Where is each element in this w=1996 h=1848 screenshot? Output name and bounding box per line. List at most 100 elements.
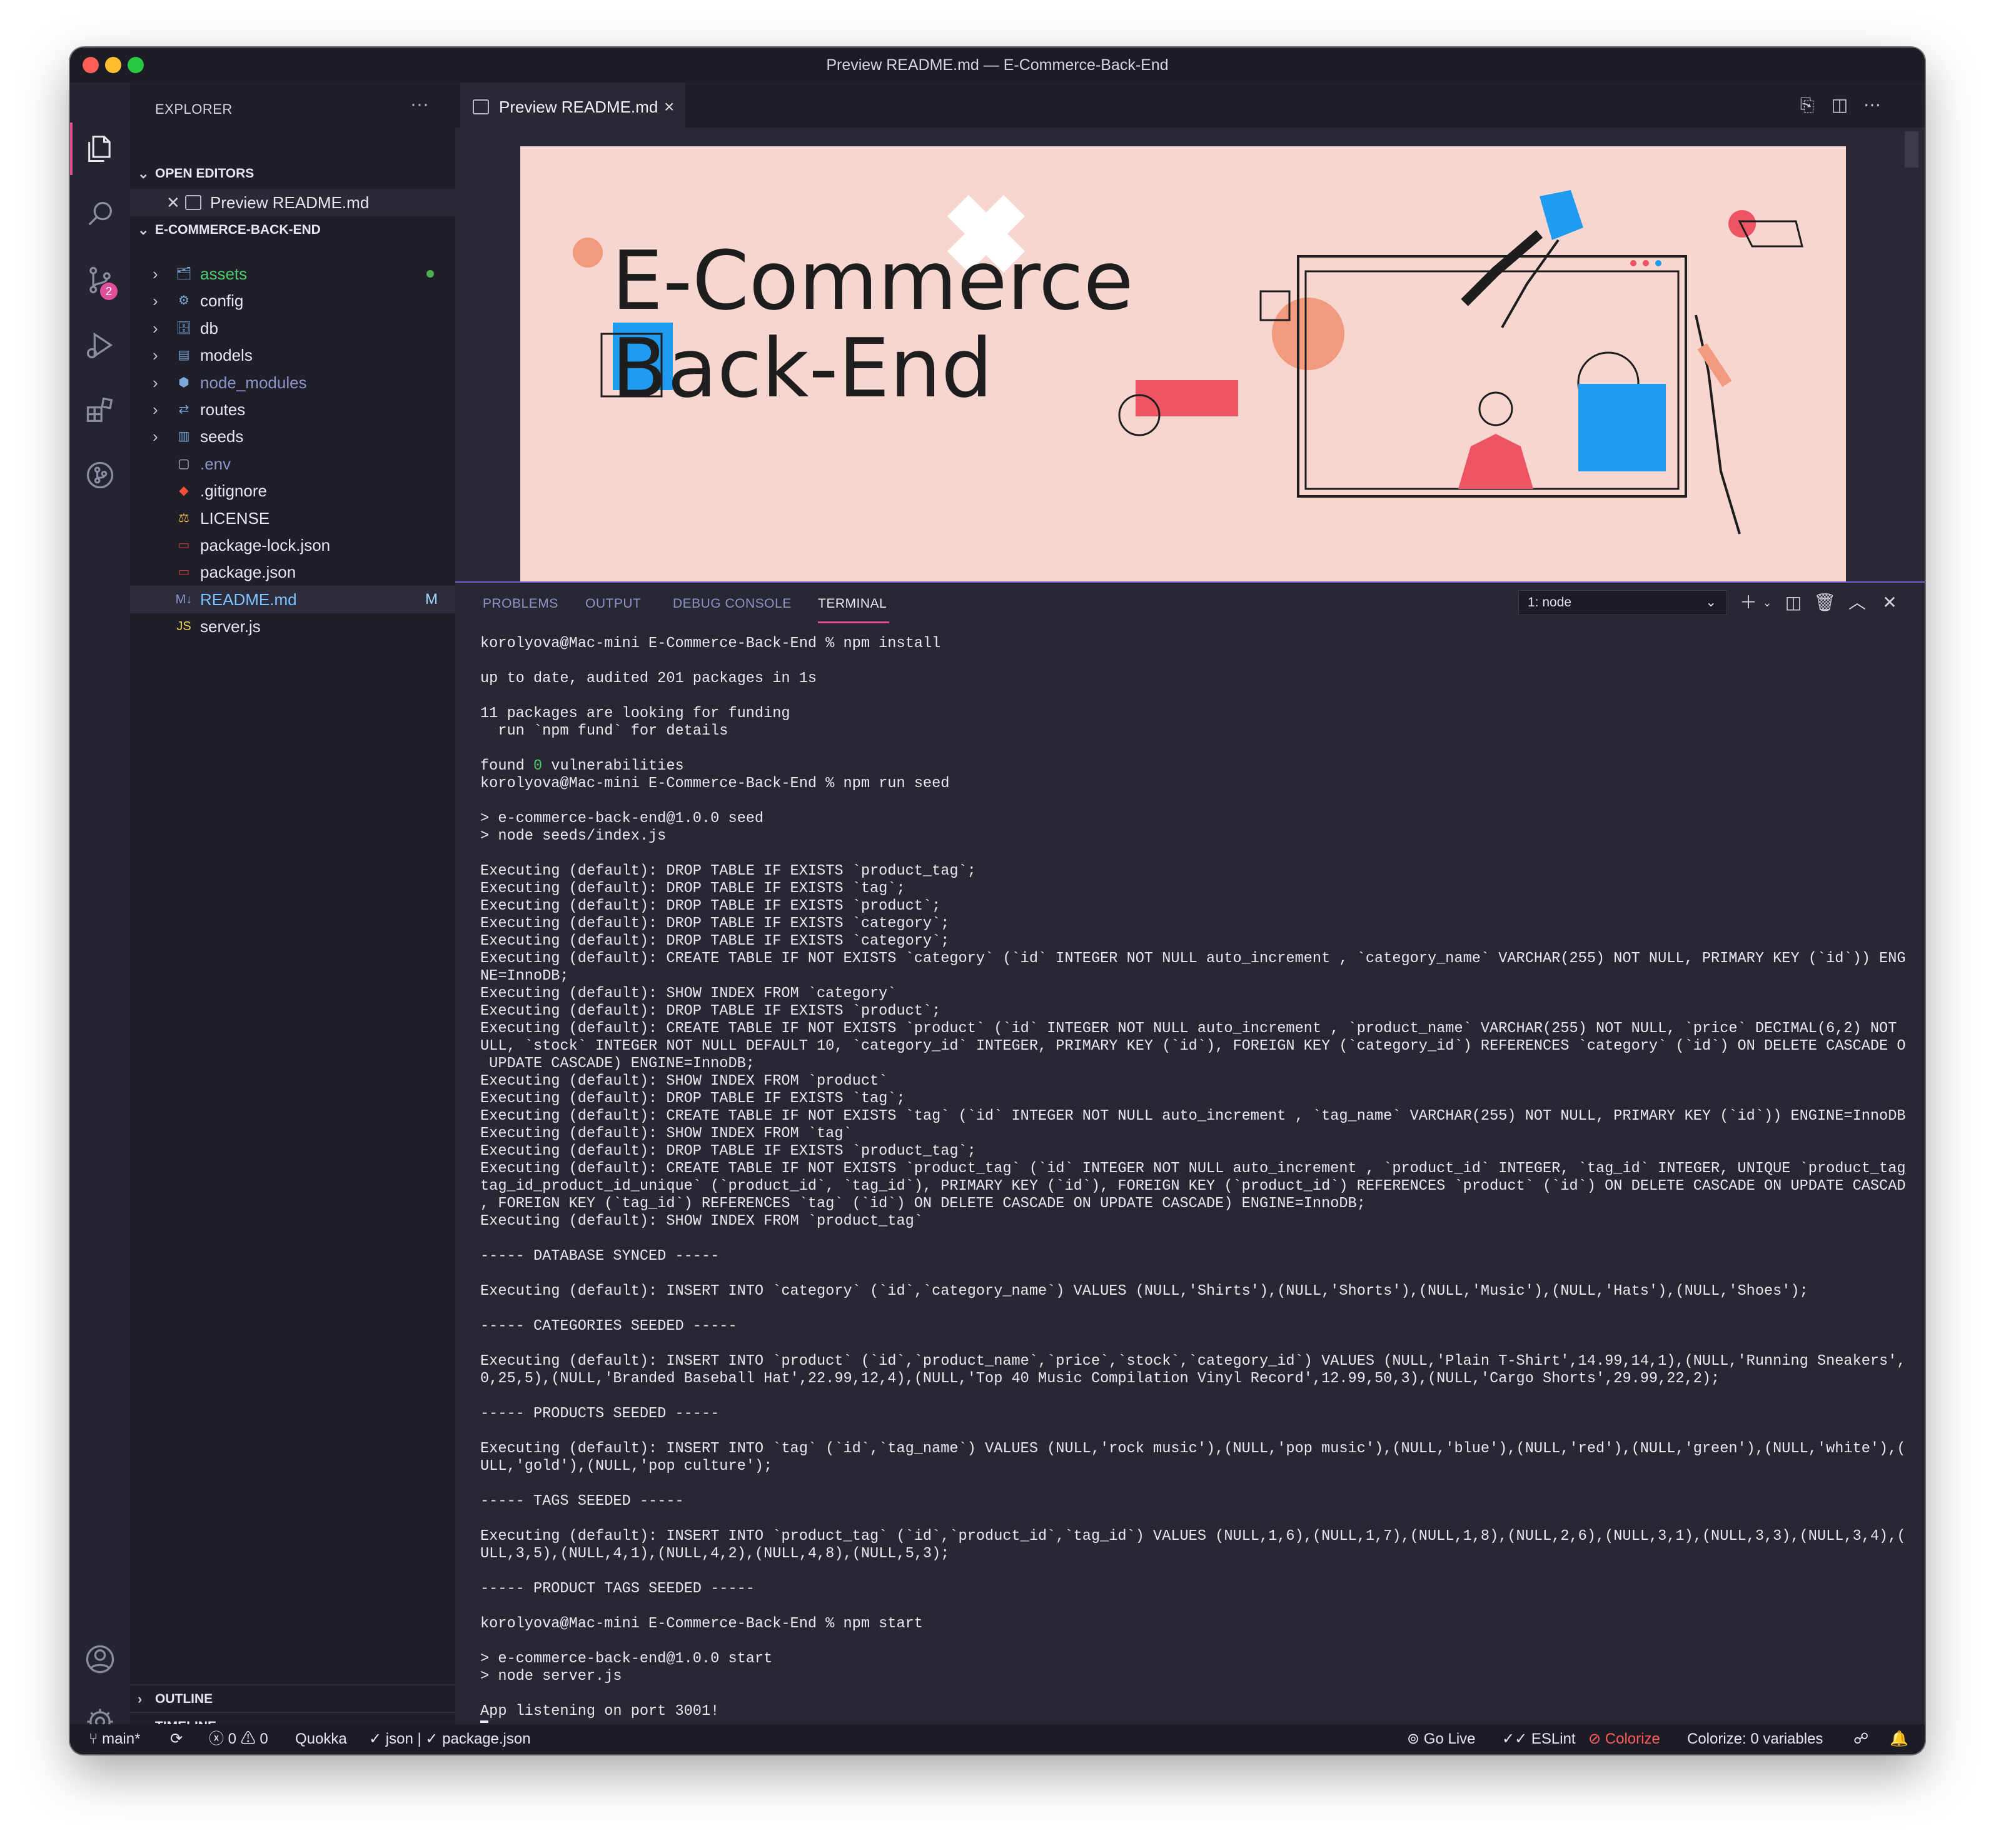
terminal-line: Executing (default): DROP TABLE IF EXIST… (480, 933, 950, 950)
file-item-license[interactable]: ⚖ LICENSE (130, 505, 455, 532)
editor-tab-bar: Preview README.md × ⎘ ◫ ⋯ (455, 83, 1925, 128)
close-icon[interactable]: × (664, 84, 674, 129)
file-item-env[interactable]: ▢ .env (130, 450, 455, 478)
tree-item-label: routes (200, 400, 246, 419)
files-icon[interactable] (84, 133, 116, 165)
terminal-line: Executing (default): INSERT INTO `catego… (480, 1283, 1808, 1300)
folder-item-seeds[interactable]: › ▥ seeds (130, 423, 455, 450)
search-icon[interactable] (84, 198, 116, 230)
folder-item-node-modules[interactable]: › ⬢ node_modules (130, 369, 455, 396)
terminal-line: run `npm fund` for details (480, 723, 728, 740)
terminal-cursor (480, 1720, 488, 1723)
chevron-down-icon[interactable]: ⌄ (1756, 591, 1778, 614)
colorize-variables[interactable]: Colorize: 0 variables (1687, 1724, 1823, 1754)
vulnerability-count: 0 (533, 758, 543, 775)
warning-icon: ⚠ (236, 1730, 260, 1747)
problems-status[interactable]: ⓧ 0 ⚠ 0 (209, 1724, 268, 1754)
folder-item-db[interactable]: › 🗄 db (130, 314, 455, 342)
split-editor-icon[interactable]: ◫ (1828, 94, 1851, 116)
terminal-cursor-line (480, 1720, 1906, 1723)
terminal-select[interactable]: 1: node ⌄ (1518, 590, 1727, 615)
git-graph-icon[interactable] (84, 459, 116, 491)
preview-scrollbar[interactable] (1905, 131, 1918, 168)
terminal-line: ULL,3,5),(NULL,4,1),(NULL,4,2),(NULL,4,8… (480, 1545, 950, 1562)
folder-item-routes[interactable]: › ⇄ routes (130, 396, 455, 423)
split-terminal-icon[interactable]: ◫ (1782, 591, 1805, 614)
tab-output[interactable]: OUTPUT (585, 596, 641, 611)
terminal-line: 11 packages are looking for funding (480, 705, 790, 722)
open-source-icon[interactable]: ⎘ (1796, 94, 1818, 116)
terminal-line: Executing (default): DROP TABLE IF EXIST… (480, 898, 941, 915)
folder-icon: ▥ (178, 429, 190, 444)
open-editor-item[interactable]: ✕ Preview README.md (130, 189, 455, 216)
terminal-line: > node server.js (480, 1668, 622, 1685)
terminal-line: up to date, audited 201 packages in 1s (480, 670, 817, 687)
folder-icon: 🗂 (176, 267, 192, 281)
folder-item-assets[interactable]: › 🗂 assets (130, 260, 455, 288)
active-tab-underline (818, 621, 889, 623)
active-indicator (70, 123, 73, 175)
close-window-button[interactable] (83, 57, 99, 73)
tree-item-label: seeds (200, 427, 244, 446)
chevron-right-icon: › (153, 427, 158, 446)
minimize-window-button[interactable] (105, 57, 121, 73)
branch-status[interactable]: ⑂ main* (89, 1724, 140, 1754)
open-editors-header[interactable]: ⌄ OPEN EDITORS (130, 161, 455, 186)
tab-terminal[interactable]: TERMINAL (818, 596, 887, 611)
terminal-output[interactable]: korolyova@Mac-mini E-Commerce-Back-End %… (480, 635, 1906, 1723)
colorize-status[interactable]: ⊘ Colorize (1588, 1724, 1660, 1754)
tab-preview-readme[interactable]: Preview README.md × (460, 83, 685, 128)
bell-icon[interactable]: 🔔 (1890, 1724, 1908, 1754)
terminal-line: korolyova@Mac-mini E-Commerce-Back-End %… (480, 1615, 923, 1632)
maximize-window-button[interactable] (128, 57, 144, 73)
folder-item-config[interactable]: › ⚙ config (130, 287, 455, 314)
open-editor-label: Preview README.md (210, 193, 370, 212)
run-debug-icon[interactable] (84, 329, 116, 361)
trash-icon[interactable]: 🗑 (1813, 591, 1836, 614)
source-control-badge: 2 (100, 283, 118, 300)
terminal-line: ----- DATABASE SYNCED ----- (480, 1248, 720, 1265)
json-status[interactable]: ✓ json | ✓ package.json (369, 1724, 531, 1754)
file-item-readme-md[interactable]: M↓ README.md M (130, 585, 455, 613)
quokka-status[interactable]: Quokka (295, 1724, 347, 1754)
eslint-status[interactable]: ✓✓ ESLint (1502, 1724, 1576, 1754)
extensions-icon[interactable] (84, 394, 116, 426)
terminal-line: found 0 vulnerabilities (480, 758, 684, 775)
file-icon: M↓ (175, 592, 193, 606)
close-panel-icon[interactable]: ✕ (1878, 591, 1901, 614)
file-item-server-js[interactable]: JS server.js (130, 613, 455, 640)
file-item-package-json[interactable]: ▭ package.json (130, 558, 455, 586)
maximize-panel-icon[interactable]: ︿ (1846, 591, 1868, 614)
chevron-down-icon: ⌄ (138, 222, 149, 238)
project-header[interactable]: ⌄ E-COMMERCE-BACK-END (130, 218, 455, 243)
tree-item-label: config (200, 291, 244, 311)
file-item-package-lock-json[interactable]: ▭ package-lock.json (130, 531, 455, 559)
close-icon[interactable]: ✕ (166, 189, 180, 216)
terminal-line: Executing (default): SHOW INDEX FROM `ca… (480, 985, 897, 1002)
tab-debug-console[interactable]: DEBUG CONSOLE (673, 596, 792, 611)
terminal-line: Executing (default): DROP TABLE IF EXIST… (480, 1143, 976, 1160)
more-actions-icon[interactable]: ··· (410, 94, 429, 115)
tree-item-label: README.md (200, 590, 297, 609)
tab-problems[interactable]: PROBLEMS (483, 596, 558, 611)
account-icon[interactable] (84, 1643, 116, 1675)
file-item-gitignore[interactable]: ◆ .gitignore (130, 477, 455, 505)
feedback-icon[interactable]: ☍ (1853, 1724, 1868, 1754)
folder-icon: ⬢ (178, 375, 189, 389)
outline-section[interactable]: › OUTLINE (130, 1684, 455, 1712)
terminal-line: App listening on port 3001! (480, 1703, 720, 1720)
sync-icon[interactable]: ⟳ (170, 1724, 183, 1754)
activity-bar: 2 (70, 83, 130, 1735)
terminal-line: > e-commerce-back-end@1.0.0 seed (480, 810, 764, 827)
chevron-right-icon: › (153, 346, 158, 365)
folder-item-models[interactable]: › ▤ models (130, 341, 455, 369)
terminal-line: Executing (default): DROP TABLE IF EXIST… (480, 863, 976, 880)
folder-icon: ▤ (178, 348, 190, 363)
more-actions-icon[interactable]: ⋯ (1861, 94, 1883, 116)
go-live-button[interactable]: ⊚ Go Live (1407, 1724, 1476, 1754)
terminal-line: tag_id_product_id_unique` (`product_id`,… (480, 1178, 1906, 1195)
